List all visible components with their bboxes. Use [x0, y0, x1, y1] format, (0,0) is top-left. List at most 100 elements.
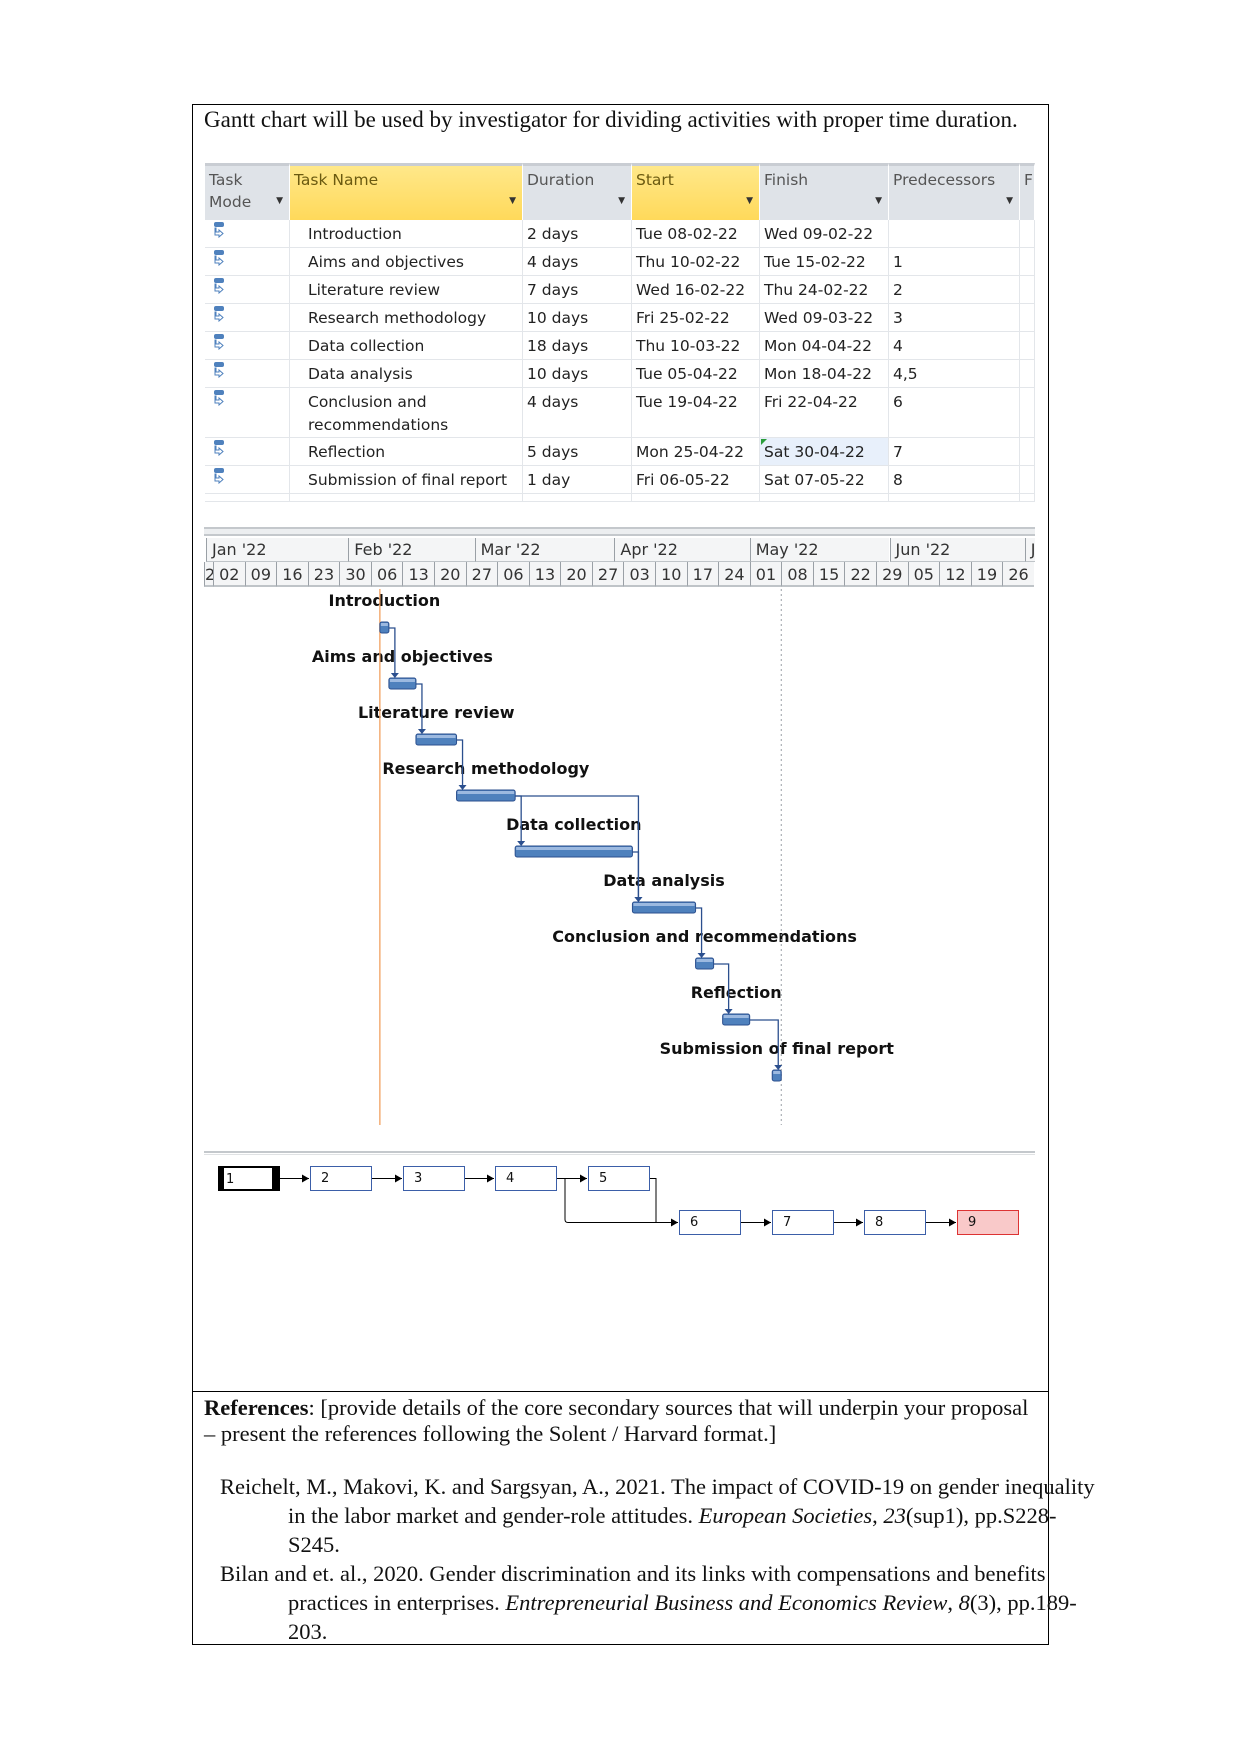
cell-duration[interactable]: 10 days	[523, 304, 632, 331]
cell-text: 1	[893, 253, 903, 271]
cell-name[interactable]: Literature review	[290, 276, 523, 303]
cell-start[interactable]: Thu 10-03-22	[632, 332, 760, 359]
cell-name[interactable]: Submission of final report	[290, 466, 523, 493]
cell-text: 4 days	[527, 393, 579, 411]
task-mode-cell[interactable]	[205, 466, 290, 493]
cell-text: 10 days	[527, 309, 589, 327]
dropdown-arrow-icon[interactable]: ▼	[276, 190, 283, 212]
empty-cell[interactable]	[1020, 438, 1035, 465]
table-row[interactable]: Conclusion and recommendations 4 days Tue 1…	[205, 388, 1035, 438]
cell-start[interactable]: Fri 25-02-22	[632, 304, 760, 331]
dropdown-arrow-icon[interactable]: ▼	[1006, 190, 1013, 212]
cell-finish[interactable]: Mon 04-04-22	[760, 332, 889, 359]
cell-predecessors[interactable]: 7	[889, 438, 1020, 465]
cell-finish[interactable]: Thu 24-02-22	[760, 276, 889, 303]
column-header-start[interactable]: Start ▼	[632, 163, 760, 220]
column-header-finish[interactable]: Finish ▼	[760, 163, 889, 220]
table-row[interactable]: Literature review 7 days Wed 16-02-22 Thu 2…	[205, 276, 1035, 304]
gantt-bar-label: Research methodology	[382, 759, 590, 778]
network-node[interactable]: 2	[310, 1166, 372, 1191]
table-row[interactable]: Data analysis 10 days Tue 05-04-22 Mon 18-0…	[205, 360, 1035, 388]
task-mode-cell[interactable]	[205, 332, 290, 359]
cell-start[interactable]: Tue 19-04-22	[632, 388, 760, 437]
dropdown-arrow-icon[interactable]: ▼	[746, 190, 753, 212]
cell-name[interactable]: Data analysis	[290, 360, 523, 387]
cell-finish[interactable]: Tue 15-02-22	[760, 248, 889, 275]
cell-duration[interactable]: 5 days	[523, 438, 632, 465]
cell-duration[interactable]: 4 days	[523, 248, 632, 275]
task-mode-cell[interactable]	[205, 220, 290, 247]
network-node[interactable]: 5	[588, 1166, 650, 1191]
empty-cell[interactable]	[1020, 248, 1035, 275]
cell-predecessors[interactable]: 1	[889, 248, 1020, 275]
cell-finish[interactable]: Wed 09-03-22	[760, 304, 889, 331]
column-header-predecessors[interactable]: Predecessors ▼	[889, 163, 1020, 220]
network-node[interactable]: 7	[772, 1210, 834, 1235]
cell-finish[interactable]: Mon 18-04-22	[760, 360, 889, 387]
cell-text: 4,5	[893, 365, 918, 383]
cell-duration[interactable]: 10 days	[523, 360, 632, 387]
column-header-duration[interactable]: Duration ▼	[523, 163, 632, 220]
cell-name[interactable]: Reflection	[290, 438, 523, 465]
cell-name[interactable]: Data collection	[290, 332, 523, 359]
cell-duration[interactable]: 7 days	[523, 276, 632, 303]
cell-duration[interactable]: 1 day	[523, 466, 632, 493]
dropdown-arrow-icon[interactable]: ▼	[875, 190, 882, 212]
cell-start[interactable]: Wed 16-02-22	[632, 276, 760, 303]
empty-cell[interactable]	[1020, 360, 1035, 387]
cell-start[interactable]: Thu 10-02-22	[632, 248, 760, 275]
task-mode-cell[interactable]	[205, 304, 290, 331]
table-row[interactable]: Introduction 2 days Tue 08-02-22 Wed 09-02-…	[205, 220, 1035, 248]
cell-start[interactable]: Tue 08-02-22	[632, 220, 760, 247]
cell-name[interactable]: Aims and objectives	[290, 248, 523, 275]
network-node[interactable]: 1	[218, 1166, 280, 1191]
cell-predecessors[interactable]: 4,5	[889, 360, 1020, 387]
cell-duration[interactable]: 18 days	[523, 332, 632, 359]
dropdown-arrow-icon[interactable]: ▼	[509, 190, 516, 212]
cell-duration[interactable]: 2 days	[523, 220, 632, 247]
cell-name[interactable]: Conclusion and recommendations	[290, 388, 523, 437]
cell-finish[interactable]: Fri 22-04-22	[760, 388, 889, 437]
cell-duration[interactable]: 4 days	[523, 388, 632, 437]
cell-predecessors[interactable]: 4	[889, 332, 1020, 359]
network-node[interactable]: 4	[495, 1166, 557, 1191]
task-mode-cell[interactable]	[205, 276, 290, 303]
column-header-f[interactable]: F	[1020, 163, 1035, 220]
empty-cell[interactable]	[1020, 304, 1035, 331]
task-mode-cell[interactable]	[205, 388, 290, 437]
task-mode-cell[interactable]	[205, 438, 290, 465]
cell-finish[interactable]: Sat 07-05-22	[760, 466, 889, 493]
empty-cell[interactable]	[1020, 466, 1035, 493]
cell-start[interactable]: Tue 05-04-22	[632, 360, 760, 387]
table-row[interactable]: Submission of final report 1 day Fri 06-05…	[205, 466, 1035, 494]
cell-start[interactable]: Fri 06-05-22	[632, 466, 760, 493]
table-row[interactable]: Data collection 18 days Thu 10-03-22 Mon 04…	[205, 332, 1035, 360]
empty-cell[interactable]	[1020, 332, 1035, 359]
column-header-task-name[interactable]: Task Name ▼	[290, 163, 523, 220]
cell-finish[interactable]: Sat 30-04-22	[760, 438, 889, 465]
cell-predecessors[interactable]: 8	[889, 466, 1020, 493]
table-row[interactable]: Aims and objectives 4 days Thu 10-02-22 Tue…	[205, 248, 1035, 276]
empty-cell[interactable]	[1020, 220, 1035, 247]
network-node[interactable]: 8	[864, 1210, 926, 1235]
task-mode-cell[interactable]	[205, 248, 290, 275]
empty-cell[interactable]	[1020, 276, 1035, 303]
task-mode-cell[interactable]	[205, 360, 290, 387]
cell-predecessors[interactable]	[889, 220, 1020, 247]
cell-predecessors[interactable]: 2	[889, 276, 1020, 303]
column-header-task-mode[interactable]: Task Mode ▼	[205, 163, 290, 220]
cell-name[interactable]: Research methodology	[290, 304, 523, 331]
cell-predecessors[interactable]: 6	[889, 388, 1020, 437]
cell-name[interactable]: Introduction	[290, 220, 523, 247]
table-row[interactable]: Reflection 5 days Mon 25-04-22 Sat 30-04-22…	[205, 438, 1035, 466]
network-node[interactable]: 6	[679, 1210, 741, 1235]
cell-start[interactable]: Mon 25-04-22	[632, 438, 760, 465]
cell-predecessors[interactable]: 3	[889, 304, 1020, 331]
network-node[interactable]: 3	[403, 1166, 465, 1191]
empty-cell[interactable]	[1020, 388, 1035, 437]
cell-finish[interactable]: Wed 09-02-22	[760, 220, 889, 247]
month-label: Feb '22	[348, 538, 475, 562]
dropdown-arrow-icon[interactable]: ▼	[618, 190, 625, 212]
table-row[interactable]: Research methodology 10 days Fri 25-02-22 W…	[205, 304, 1035, 332]
network-node[interactable]: 9	[957, 1210, 1019, 1235]
